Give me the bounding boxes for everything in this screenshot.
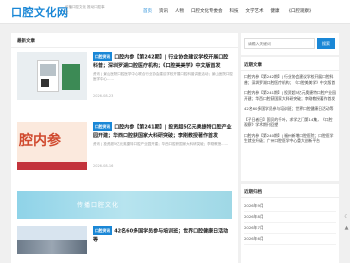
archive-link[interactable]: 2026年9月 xyxy=(244,201,336,212)
article-list-card: 最新文章 口腔资讯 口腔内参【第242期】| 行业协会建议学校开展口腔科普；深圳罗… xyxy=(11,33,238,263)
nav-item-home[interactable]: 首页 xyxy=(143,8,152,17)
section-title: 最新文章 xyxy=(17,39,35,44)
floating-tools: ☾ ▲ xyxy=(343,214,350,236)
latest-post-link[interactable]: 42名60多国学员参与培训班；世界口腔健康日活动等 xyxy=(244,106,336,112)
article-title[interactable]: 口腔资讯 口腔内参【第242期】| 行业协会建议学校开展口腔科普；深圳罗湖口腔医疗… xyxy=(93,52,233,70)
article-thumbnail[interactable] xyxy=(17,52,87,100)
archives-widget: 近期归档 2026年9月 2026年8月 2026年7月 2026年6月 xyxy=(241,184,339,263)
category-badge[interactable]: 口腔资讯 xyxy=(93,226,113,235)
book-spine-image xyxy=(62,64,80,90)
top-bar: 口腔文化网 传播口腔文化 推动口腔事业 首页 资讯 人物 口腔文化专委会 科技 … xyxy=(0,0,350,24)
article-date: 2026-08-16 xyxy=(93,164,114,168)
banner-text: 传播口腔文化 xyxy=(77,202,120,209)
site-tagline: 传播口腔文化 推动口腔事业 xyxy=(65,5,105,14)
latest-post-link[interactable]: 口腔内参【第240期】| 福州新增口腔医院；口腔医学生就业升级；广州口腔医学中心… xyxy=(244,133,336,144)
widget-title: 近期文章 xyxy=(244,63,262,68)
category-badge[interactable]: 口腔资讯 xyxy=(93,52,113,61)
archive-link[interactable]: 2026年6月 xyxy=(244,234,336,245)
nav-item-art[interactable]: 文学艺术 xyxy=(246,8,264,17)
widget-title: 近期归档 xyxy=(244,190,262,195)
archive-link[interactable]: 2026年7月 xyxy=(244,223,336,234)
group-photo-image xyxy=(17,240,87,254)
moon-icon[interactable]: ☾ xyxy=(343,214,350,221)
latest-post-link[interactable]: 【子日者日】国贝的千叶，求学之门第14集，《口腔观察》学术期刊回望 xyxy=(244,117,336,128)
latest-posts-widget: 近期文章 口腔内参【第242期】| 行业协会建议学校开展口腔科普；深圳罗湖口腔医… xyxy=(241,57,339,181)
main-nav: 首页 资讯 人物 口腔文化专委会 科技 文学艺术 健康 《口腔观察》 xyxy=(143,8,314,17)
latest-posts-list: 口腔内参【第242期】| 行业协会建议学校开展口腔科普；深圳罗湖口腔医疗机构；《… xyxy=(244,74,336,149)
article-item[interactable]: 口腔资讯 口腔内参【第242期】| 行业协会建议学校开展口腔科普；深圳罗湖口腔医疗… xyxy=(17,52,233,102)
nav-item-health[interactable]: 健康 xyxy=(271,8,280,17)
archive-link[interactable]: 2026年8月 xyxy=(244,212,336,223)
divider xyxy=(241,197,339,198)
divider xyxy=(11,47,238,48)
divider xyxy=(241,70,339,71)
nav-item-committee[interactable]: 口腔文化专委会 xyxy=(191,8,223,17)
article-summary: 资讯 | 投资超5亿元奥捷特口腔产业园开建；华西口腔获国家大科研突破；李刚教授…… xyxy=(93,141,229,146)
article-summary: 资讯 | 景山医院口腔医学中心联合行业协会建议学校开展口腔科普讲座活动；景山医院… xyxy=(93,71,233,81)
article-item[interactable]: 口腔资讯 42名60多国学员参与培训班；世界口腔健康日活动等 xyxy=(17,226,232,256)
search-button[interactable]: 搜索 xyxy=(317,38,335,49)
book-cover-image xyxy=(37,60,59,92)
thumbnail-headline-image: 腔内参 xyxy=(19,133,61,149)
latest-post-link[interactable]: 口腔内参【第242期】| 行业协会建议学校开展口腔科普；深圳罗湖口腔医疗机构；《… xyxy=(244,74,336,85)
archive-list: 2026年9月 2026年8月 2026年7月 2026年6月 xyxy=(244,201,336,245)
article-thumbnail[interactable] xyxy=(17,226,87,254)
article-item[interactable]: 腔内参 口腔资讯 口腔内参【第241期】| 投资超5亿元奥捷特口腔产业园开建；华西… xyxy=(17,122,232,172)
promo-banner[interactable]: 传播口腔文化 xyxy=(17,191,232,219)
nav-item-tech[interactable]: 科技 xyxy=(230,8,239,17)
article-thumbnail[interactable]: 腔内参 xyxy=(17,122,87,170)
back-to-top-icon[interactable]: ▲ xyxy=(343,225,350,232)
search-input[interactable] xyxy=(244,38,315,49)
category-badge[interactable]: 口腔资讯 xyxy=(93,122,113,131)
article-title[interactable]: 口腔资讯 42名60多国学员参与培训班；世界口腔健康日活动等 xyxy=(93,226,233,244)
thumbnail-strip xyxy=(17,162,87,170)
article-title[interactable]: 口腔资讯 口腔内参【第241期】| 投资超5亿元奥捷特口腔产业园开建；华西口腔获国… xyxy=(93,122,233,140)
nav-item-observer[interactable]: 《口腔观察》 xyxy=(287,8,314,17)
latest-post-link[interactable]: 口腔内参【第241期】| 投资超5亿元奥捷特口腔产业园开建；华西口腔获国家大科研… xyxy=(244,90,336,101)
article-date: 2026-08-23 xyxy=(93,94,114,98)
site-logo[interactable]: 口腔文化网 xyxy=(11,4,69,20)
search-widget: 搜索 xyxy=(241,33,339,55)
nav-item-people[interactable]: 人物 xyxy=(175,8,184,17)
nav-item-news[interactable]: 资讯 xyxy=(159,8,168,17)
